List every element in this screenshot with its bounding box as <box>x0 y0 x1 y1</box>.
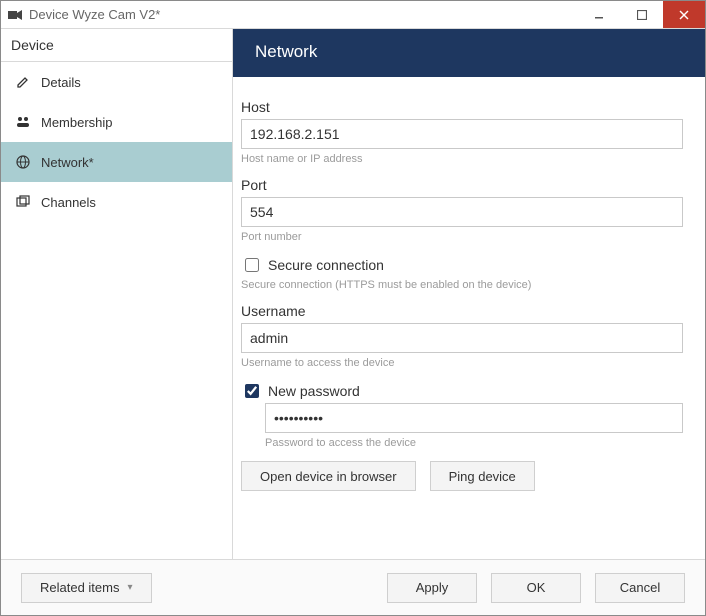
cancel-button[interactable]: Cancel <box>595 573 685 603</box>
sidebar-item-channels[interactable]: Channels <box>1 182 232 222</box>
sidebar-item-membership[interactable]: Membership <box>1 102 232 142</box>
new-password-label: New password <box>268 383 360 399</box>
host-hint: Host name or IP address <box>241 153 683 165</box>
sidebar-item-details[interactable]: Details <box>1 62 232 102</box>
secure-connection-hint: Secure connection (HTTPS must be enabled… <box>241 279 683 291</box>
sidebar-item-label: Membership <box>41 115 113 130</box>
sidebar-item-network[interactable]: Network* <box>1 142 232 182</box>
new-password-row: New password <box>241 381 683 401</box>
port-input[interactable] <box>241 197 683 227</box>
sidebar-item-label: Details <box>41 75 81 90</box>
device-window: Device Wyze Cam V2* Device Details <box>0 0 706 616</box>
network-form: Host Host name or IP address Port Port n… <box>233 77 705 503</box>
close-button[interactable] <box>663 1 705 28</box>
new-password-hint: Password to access the device <box>265 437 683 449</box>
sidebar-item-label: Channels <box>41 195 96 210</box>
camera-icon <box>5 10 25 20</box>
host-label: Host <box>241 99 683 115</box>
main-header: Network <box>233 29 705 77</box>
channels-icon <box>15 195 31 209</box>
open-in-browser-button[interactable]: Open device in browser <box>241 461 416 491</box>
apply-button[interactable]: Apply <box>387 573 477 603</box>
minimize-button[interactable] <box>579 1 621 28</box>
secure-connection-checkbox[interactable] <box>245 258 259 272</box>
port-label: Port <box>241 177 683 193</box>
username-input[interactable] <box>241 323 683 353</box>
maximize-button[interactable] <box>621 1 663 28</box>
host-input[interactable] <box>241 119 683 149</box>
main: Network Host Host name or IP address Por… <box>233 29 705 559</box>
username-label: Username <box>241 303 683 319</box>
new-password-checkbox[interactable] <box>245 384 259 398</box>
ok-button[interactable]: OK <box>491 573 581 603</box>
action-button-row: Open device in browser Ping device <box>241 461 683 491</box>
username-hint: Username to access the device <box>241 357 683 369</box>
related-items-label: Related items <box>40 580 119 595</box>
port-hint: Port number <box>241 231 683 243</box>
body: Device Details Membership Network* <box>1 29 705 559</box>
titlebar: Device Wyze Cam V2* <box>1 1 705 29</box>
secure-connection-row: Secure connection <box>241 255 683 275</box>
pencil-icon <box>15 75 31 89</box>
ping-device-button[interactable]: Ping device <box>430 461 535 491</box>
globe-icon <box>15 155 31 169</box>
sidebar-item-label: Network* <box>41 155 94 170</box>
chevron-down-icon: ▾ <box>127 582 132 593</box>
related-items-dropdown[interactable]: Related items ▾ <box>21 573 152 603</box>
secure-connection-label: Secure connection <box>268 257 384 273</box>
new-password-input[interactable] <box>265 403 683 433</box>
membership-icon <box>15 115 31 129</box>
footer: Related items ▾ Apply OK Cancel <box>1 559 705 615</box>
window-title: Device Wyze Cam V2* <box>29 7 160 22</box>
sidebar-header: Device <box>1 29 232 62</box>
sidebar: Device Details Membership Network* <box>1 29 233 559</box>
